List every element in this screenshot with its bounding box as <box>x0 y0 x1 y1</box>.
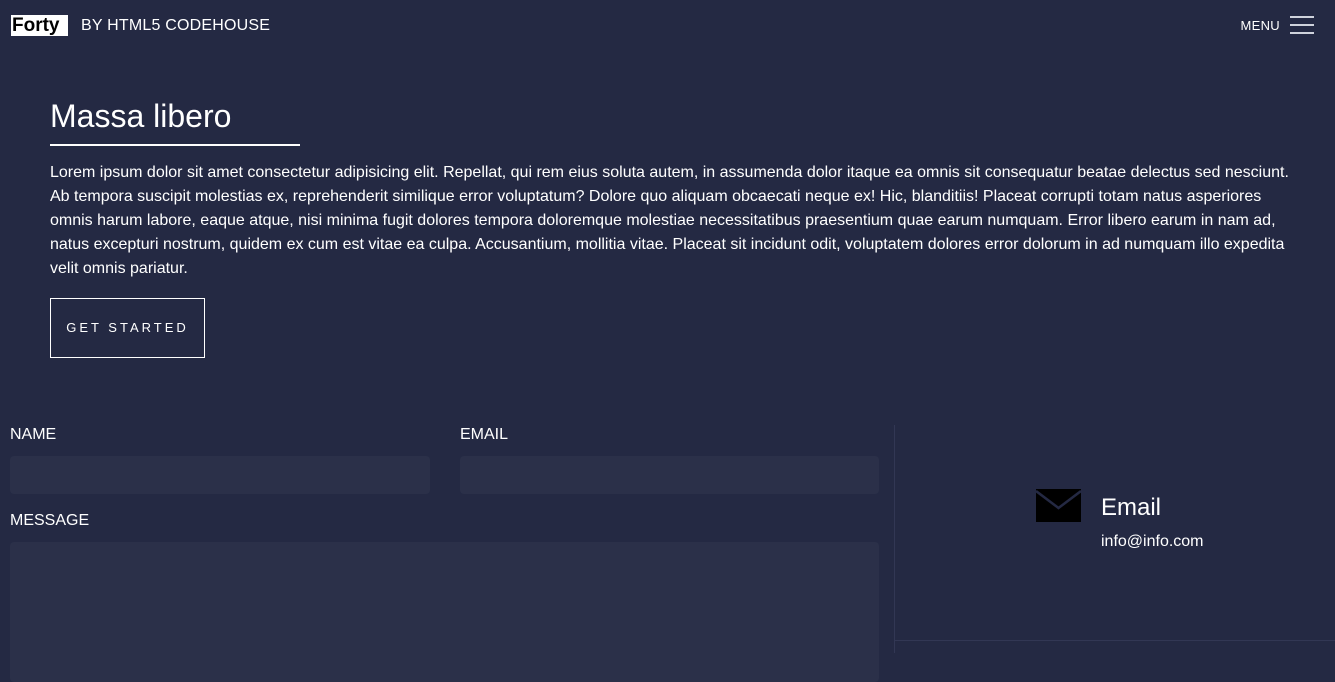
hero-title: Massa libero <box>50 96 300 146</box>
logo[interactable]: Forty <box>11 15 68 36</box>
menu-label: MENU <box>1240 17 1280 33</box>
contact-title: Email <box>1101 494 1162 521</box>
vertical-divider <box>894 425 895 653</box>
name-label: NAME <box>10 426 57 443</box>
hero-text: Lorem ipsum dolor sit amet consectetur a… <box>50 164 1289 277</box>
contact-email-value[interactable]: info@info.com <box>1101 532 1204 552</box>
name-input[interactable] <box>10 456 430 494</box>
message-label: MESSAGE <box>10 512 90 529</box>
email-input[interactable] <box>460 456 879 494</box>
hero-section: Massa libero Lorem ipsum dolor sit amet … <box>50 96 1300 358</box>
horizontal-divider <box>895 640 1335 641</box>
byline: BY HTML5 CODEHOUSE <box>81 17 271 34</box>
message-textarea[interactable] <box>10 542 879 682</box>
email-label: EMAIL <box>460 426 509 443</box>
site-header: Forty BY HTML5 CODEHOUSE MENU <box>0 0 1335 52</box>
envelope-icon <box>1036 489 1081 522</box>
menu-button[interactable]: MENU <box>1241 14 1314 36</box>
get-started-button[interactable]: GET STARTED <box>50 298 205 358</box>
hamburger-icon <box>1290 15 1314 35</box>
